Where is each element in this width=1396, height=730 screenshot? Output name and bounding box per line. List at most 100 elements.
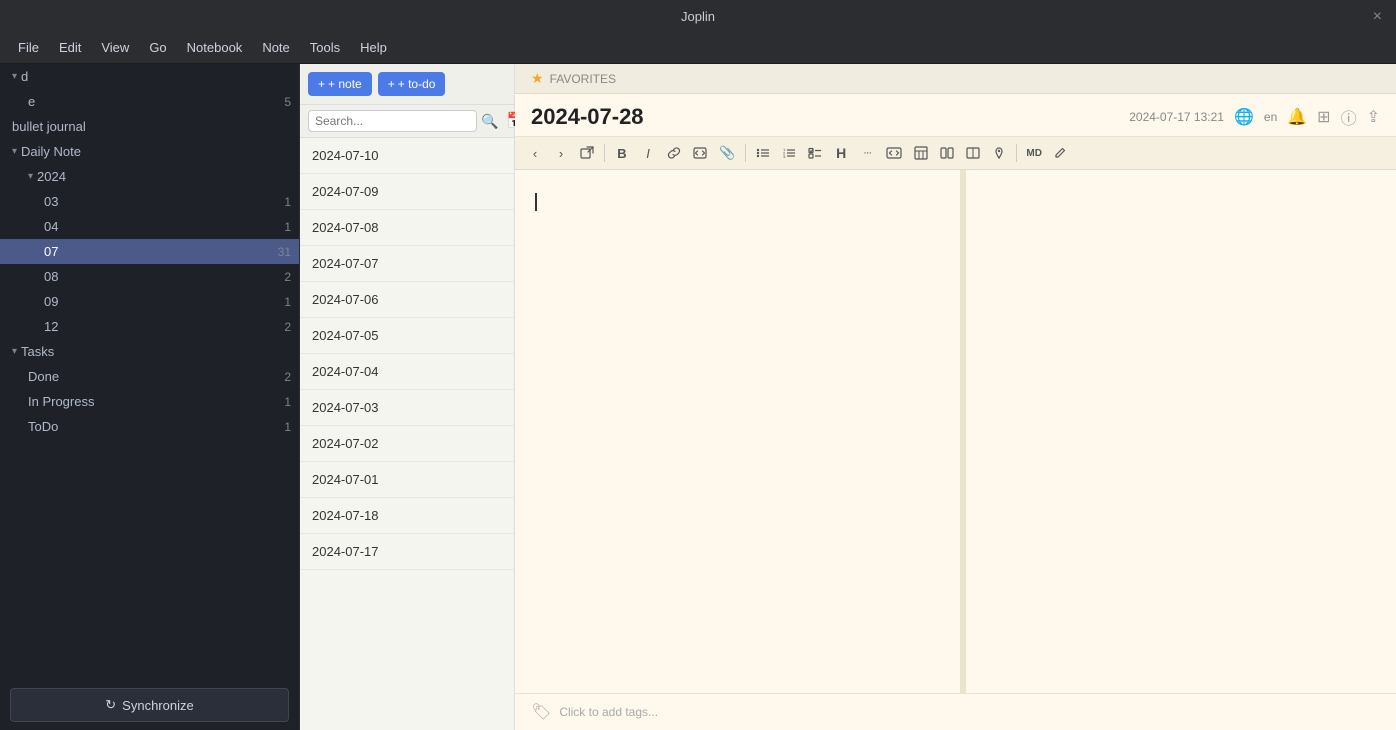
forward-button[interactable]: › xyxy=(549,141,573,165)
month-04-count: 1 xyxy=(284,220,291,234)
menu-help[interactable]: Help xyxy=(350,36,397,59)
month-12-count: 2 xyxy=(284,320,291,334)
menu-edit[interactable]: Edit xyxy=(49,36,91,59)
note-items: 2024-07-10 2024-07-09 2024-07-08 2024-07… xyxy=(300,138,514,730)
note-item-3[interactable]: 2024-07-07 xyxy=(300,246,514,282)
sidebar-item-08[interactable]: 08 2 xyxy=(0,264,299,289)
menu-file[interactable]: File xyxy=(8,36,49,59)
sidebar-item-09[interactable]: 09 1 xyxy=(0,289,299,314)
code-block-icon xyxy=(693,146,707,160)
sidebar-item-in-progress[interactable]: In Progress 1 xyxy=(0,389,299,414)
month-04-label: 04 xyxy=(44,219,284,234)
close-button[interactable]: × xyxy=(1373,8,1382,26)
edit-mode-button[interactable] xyxy=(1048,141,1072,165)
separator-1 xyxy=(604,144,605,162)
sidebar-item-07[interactable]: 07 31 xyxy=(0,239,299,264)
menu-go[interactable]: Go xyxy=(139,36,176,59)
columns-button[interactable] xyxy=(935,141,959,165)
tags-placeholder[interactable]: Click to add tags... xyxy=(559,705,658,719)
table-button[interactable] xyxy=(909,141,933,165)
sync-icon: ↻ xyxy=(105,697,116,713)
sidebar-item-2024[interactable]: ▾ 2024 xyxy=(0,164,299,189)
sidebar-item-03[interactable]: 03 1 xyxy=(0,189,299,214)
note-item-8[interactable]: 2024-07-02 xyxy=(300,426,514,462)
note-item-4[interactable]: 2024-07-06 xyxy=(300,282,514,318)
inline-code-button[interactable] xyxy=(881,141,907,165)
note-meta: 2024-07-17 13:21 🌐 en 🔔 ⊞ ⓘ ⇪ xyxy=(1129,105,1380,129)
synchronize-button[interactable]: ↻ Synchronize xyxy=(10,688,289,722)
separator-3 xyxy=(1016,144,1017,162)
editor-preview xyxy=(966,170,1396,693)
note-item-9[interactable]: 2024-07-01 xyxy=(300,462,514,498)
tasks-done-count: 2 xyxy=(284,370,291,384)
menu-tools[interactable]: Tools xyxy=(300,36,350,59)
split-button[interactable] xyxy=(961,141,985,165)
bullet-list-button[interactable] xyxy=(751,141,775,165)
note-list-search: 🔍 📅 ⇅ xyxy=(300,105,514,138)
editor-toolbar: ‹ › B I 📎 1.2.3. H xyxy=(515,137,1396,170)
share-icon[interactable]: ⇪ xyxy=(1367,107,1380,127)
tags-bar: 🏷 Click to add tags... xyxy=(515,693,1396,730)
hr-button[interactable]: ··· xyxy=(855,141,879,165)
code-block-button[interactable] xyxy=(688,141,712,165)
menubar: File Edit View Go Notebook Note Tools He… xyxy=(0,32,1396,64)
month-09-label: 09 xyxy=(44,294,284,309)
sidebar-item-daily-note[interactable]: ▾ Daily Note xyxy=(0,139,299,164)
text-cursor xyxy=(535,193,537,211)
search-icon: 🔍 xyxy=(481,113,498,130)
menu-view[interactable]: View xyxy=(91,36,139,59)
sidebar-tasks-label: Tasks xyxy=(21,344,291,359)
external-edit-button[interactable] xyxy=(575,141,599,165)
plus-icon: + xyxy=(318,77,325,91)
bold-button[interactable]: B xyxy=(610,141,634,165)
new-todo-label: + to-do xyxy=(398,77,436,91)
menu-note[interactable]: Note xyxy=(252,36,299,59)
italic-button[interactable]: I xyxy=(636,141,660,165)
menu-notebook[interactable]: Notebook xyxy=(177,36,253,59)
note-item-6[interactable]: 2024-07-04 xyxy=(300,354,514,390)
new-todo-button[interactable]: + + to-do xyxy=(378,72,446,96)
sidebar-2024-label: 2024 xyxy=(37,169,291,184)
attachment-button[interactable]: 📎 xyxy=(714,141,740,165)
search-input[interactable] xyxy=(308,110,477,132)
note-item-0[interactable]: 2024-07-10 xyxy=(300,138,514,174)
back-button[interactable]: ‹ xyxy=(523,141,547,165)
map-button[interactable] xyxy=(987,141,1011,165)
sidebar-item-tasks[interactable]: ▾ Tasks xyxy=(0,339,299,364)
editor-area[interactable] xyxy=(515,170,960,693)
favorites-bar: ★ FAVORITES xyxy=(515,64,1396,94)
info-icon[interactable]: ⓘ xyxy=(1341,105,1357,129)
table-icon xyxy=(914,146,928,160)
checklist-button[interactable] xyxy=(803,141,827,165)
note-item-11[interactable]: 2024-07-17 xyxy=(300,534,514,570)
markdown-button[interactable]: MD xyxy=(1022,141,1046,165)
globe-icon[interactable]: 🌐 xyxy=(1234,107,1254,127)
note-header: 2024-07-28 2024-07-17 13:21 🌐 en 🔔 ⊞ ⓘ ⇪ xyxy=(515,94,1396,137)
sidebar-item-04[interactable]: 04 1 xyxy=(0,214,299,239)
heading-button[interactable]: H xyxy=(829,141,853,165)
sidebar-item-e-count: 5 xyxy=(284,95,291,109)
layout-icon[interactable]: ⊞ xyxy=(1317,107,1330,127)
sidebar-item-12[interactable]: 12 2 xyxy=(0,314,299,339)
sidebar-item-e[interactable]: e 5 xyxy=(0,89,299,114)
sidebar-bullet-journal-label: bullet journal xyxy=(12,119,291,134)
note-item-2[interactable]: 2024-07-08 xyxy=(300,210,514,246)
month-07-label: 07 xyxy=(44,244,278,259)
note-item-10[interactable]: 2024-07-18 xyxy=(300,498,514,534)
sidebar-item-bullet-journal[interactable]: bullet journal xyxy=(0,114,299,139)
titlebar: Joplin × xyxy=(0,0,1396,32)
link-button[interactable] xyxy=(662,141,686,165)
note-item-5[interactable]: 2024-07-05 xyxy=(300,318,514,354)
numbered-list-button[interactable]: 1.2.3. xyxy=(777,141,801,165)
bell-icon[interactable]: 🔔 xyxy=(1287,107,1307,127)
note-item-7[interactable]: 2024-07-03 xyxy=(300,390,514,426)
sidebar-item-done[interactable]: Done 2 xyxy=(0,364,299,389)
sidebar-item-top[interactable]: ▾ d xyxy=(0,64,299,89)
new-note-button[interactable]: + + note xyxy=(308,72,372,96)
month-07-count: 31 xyxy=(278,245,291,259)
sidebar-item-todo[interactable]: ToDo 1 xyxy=(0,414,299,439)
split-icon xyxy=(966,146,980,160)
month-12-label: 12 xyxy=(44,319,284,334)
note-item-1[interactable]: 2024-07-09 xyxy=(300,174,514,210)
sidebar-daily-note-label: Daily Note xyxy=(21,144,291,159)
